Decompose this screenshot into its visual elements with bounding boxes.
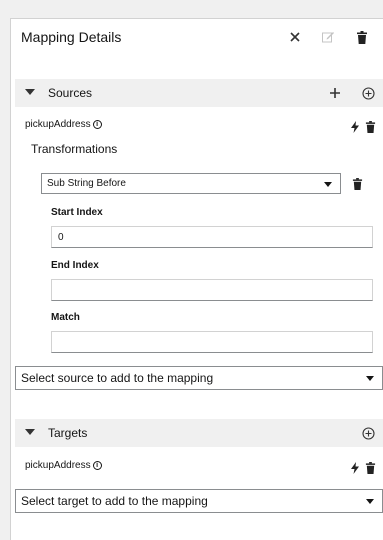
remove-transformation-trash-icon[interactable] (349, 176, 365, 192)
end-index-label: End Index (51, 260, 99, 271)
end-index-input[interactable] (51, 279, 373, 301)
trash-icon[interactable] (354, 29, 370, 45)
target-select[interactable]: Select target to add to the mapping (15, 489, 383, 513)
source-field-row: pickupAddress i (25, 119, 102, 130)
panel-title: Mapping Details (21, 29, 122, 45)
mapping-details-panel: Mapping Details Sources pickupAddress i T… (10, 18, 383, 540)
start-index-input[interactable]: 0 (51, 226, 373, 248)
chevron-down-icon (324, 181, 332, 187)
top-strip (0, 0, 383, 18)
source-field-name: pickupAddress (25, 119, 91, 130)
collapse-caret-icon[interactable] (25, 89, 35, 95)
target-field-row: pickupAddress i (25, 460, 102, 471)
targets-section-header[interactable]: Targets (15, 419, 383, 447)
chevron-down-icon (366, 499, 374, 504)
chevron-down-icon (366, 376, 374, 381)
add-plus-icon[interactable] (327, 85, 343, 101)
source-select[interactable]: Select source to add to the mapping (15, 366, 383, 390)
edit-icon[interactable] (320, 29, 336, 45)
transformations-label: Transformations (31, 142, 118, 156)
left-gutter (0, 18, 10, 540)
lightning-icon[interactable] (350, 119, 360, 135)
match-input[interactable] (51, 331, 373, 353)
match-label: Match (51, 312, 80, 323)
transformation-select[interactable]: Sub String Before (41, 173, 341, 194)
start-index-label: Start Index (51, 207, 103, 218)
add-circle-icon[interactable] (360, 85, 376, 101)
sources-section-header[interactable]: Sources (15, 79, 383, 107)
add-circle-icon[interactable] (360, 425, 376, 441)
info-icon[interactable]: i (92, 461, 102, 470)
sources-label: Sources (48, 86, 93, 100)
source-select-placeholder: Select source to add to the mapping (21, 371, 214, 385)
remove-target-trash-icon[interactable] (362, 460, 378, 476)
targets-label: Targets (48, 426, 88, 440)
target-select-placeholder: Select target to add to the mapping (21, 494, 208, 508)
lightning-icon[interactable] (350, 460, 360, 476)
remove-source-trash-icon[interactable] (362, 119, 378, 135)
close-icon[interactable] (287, 29, 303, 45)
collapse-caret-icon[interactable] (25, 429, 35, 435)
target-field-name: pickupAddress (25, 460, 91, 471)
info-icon[interactable]: i (92, 120, 102, 129)
transformation-selected: Sub String Before (47, 178, 126, 189)
